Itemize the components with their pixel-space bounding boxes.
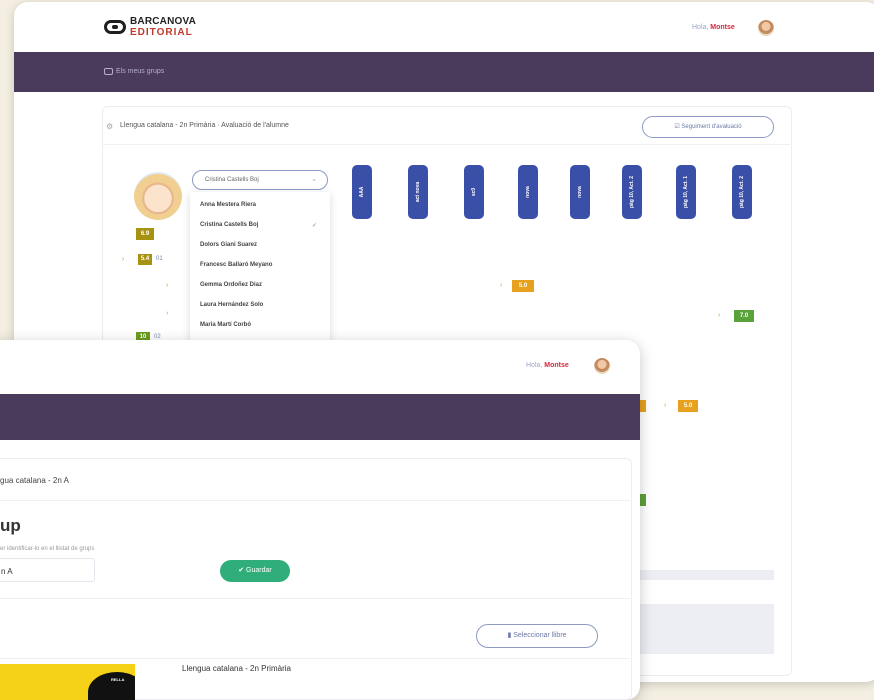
group-name-input[interactable]: n A <box>0 558 95 582</box>
arrow-icon: › <box>166 310 169 317</box>
page-title: up <box>0 516 21 535</box>
column-label: act nova <box>415 181 421 203</box>
student-photo <box>134 172 182 220</box>
save-button[interactable]: ✔ Guardar <box>220 560 290 582</box>
nav-my-groups[interactable]: Els meus grups <box>116 68 164 75</box>
select-book-button[interactable]: ▮ Seleccionar llibre <box>476 624 598 648</box>
column-label: nova <box>577 186 583 198</box>
dropdown-item[interactable]: Cristina Castells Boj <box>200 222 258 228</box>
dropdown-item[interactable]: Dolors Giani Suarez <box>200 242 257 248</box>
column-label: pàg 10, Act. 2 <box>739 175 745 209</box>
arrow-icon: › <box>122 256 125 263</box>
scroll-band <box>640 570 774 580</box>
score-cell-partial <box>640 494 646 506</box>
activity-column-header[interactable]: AAA <box>352 165 372 219</box>
user-name[interactable]: Montse <box>710 24 735 31</box>
column-label: nova <box>525 186 531 198</box>
score-cell[interactable]: 7.0 <box>734 310 754 322</box>
book-title: Llengua catalana - 2n Primària <box>182 664 291 673</box>
help-text: er identificar-lo en el llistat de grups <box>0 546 95 552</box>
user-name[interactable]: Montse <box>544 362 569 369</box>
column-label: pàg 10, Act. 1 <box>683 175 689 209</box>
user-avatar[interactable] <box>758 20 774 36</box>
arrow-icon: › <box>166 282 169 289</box>
barcanova-logo-icon <box>104 20 126 34</box>
activity-column-header[interactable]: nova <box>570 165 590 219</box>
student-select-value: Cristina Castells Boj <box>205 177 259 183</box>
nav-bar: Els meus grups <box>14 52 874 92</box>
divider <box>0 658 630 659</box>
activity-column-header[interactable]: sc0 <box>464 165 484 219</box>
book-cover[interactable]: RELLA <box>0 664 135 700</box>
top-bar: BARCANOVA EDITORIAL Hola, Montse <box>14 2 874 52</box>
arrow-icon: › <box>500 282 503 289</box>
sub-grade-badge: 5.4 <box>138 254 152 265</box>
check-icon: ✓ <box>312 223 318 229</box>
groups-icon <box>104 68 113 75</box>
footer-band <box>640 604 774 654</box>
select-book-label: Seleccionar llibre <box>513 632 567 639</box>
dropdown-item[interactable]: Laura Hernández Solo <box>200 302 263 308</box>
student-dropdown: Anna Mestera Riera Cristina Castells Boj… <box>190 192 330 342</box>
greeting-text: Hola, <box>526 362 543 369</box>
logo-text-line2: EDITORIAL <box>130 27 193 38</box>
tracking-button[interactable]: ☑ Seguiment d'avaluació <box>642 116 774 138</box>
arrow-icon: › <box>664 402 667 409</box>
user-avatar[interactable] <box>594 358 610 374</box>
activity-column-header[interactable]: nova <box>518 165 538 219</box>
breadcrumb: Llengua catalana - 2n Primària · Avaluac… <box>120 122 289 129</box>
score-cell-partial <box>640 400 646 412</box>
dropdown-item[interactable]: Maria Martí Corbó <box>200 322 251 328</box>
divider <box>102 144 790 145</box>
student-select[interactable]: Cristina Castells Boj ⌄ <box>192 170 328 190</box>
activity-column-header[interactable]: pàg 10, Act. 1 <box>676 165 696 219</box>
dropdown-item[interactable]: Gemma Ordoñez Diaz <box>200 282 262 288</box>
activity-column-header[interactable]: act nova <box>408 165 428 219</box>
dropdown-item[interactable]: Anna Mestera Riera <box>200 202 256 208</box>
sub-code: 01 <box>156 256 163 262</box>
book-cover-text: RELLA <box>111 677 125 682</box>
column-label: AAA <box>359 186 365 198</box>
column-label: pàg 10, Act. 2 <box>629 175 635 209</box>
activity-column-header[interactable]: pàg 10, Act. 2 <box>622 165 642 219</box>
score-cell[interactable]: 5.0 <box>678 400 698 412</box>
dropdown-item[interactable]: Francesc Ballaró Meyano <box>200 262 272 268</box>
nav-bar <box>0 394 640 440</box>
student-grade-badge: 6.9 <box>136 228 154 240</box>
greeting-text: Hola, <box>692 24 709 31</box>
score-cell[interactable]: 5.0 <box>512 280 534 292</box>
column-label: sc0 <box>471 187 477 197</box>
front-window: Hola, Montse gua catalana - 2n A up er i… <box>0 340 640 700</box>
activity-column-header[interactable]: pàg 10, Act. 2 <box>732 165 752 219</box>
gears-icon: ⚙ <box>106 122 114 131</box>
logo-text-line1: BARCANOVA <box>130 16 197 27</box>
greeting: Hola, Montse <box>692 24 735 31</box>
chevron-down-icon: ⌄ <box>311 176 317 183</box>
group-name-value: n A <box>1 567 13 576</box>
breadcrumb: gua catalana - 2n A <box>0 476 69 485</box>
divider <box>0 598 630 599</box>
greeting: Hola, Montse <box>526 362 569 369</box>
divider <box>0 500 630 501</box>
tracking-button-label: Seguiment d'avaluació <box>681 124 742 130</box>
arrow-icon: › <box>718 312 721 319</box>
